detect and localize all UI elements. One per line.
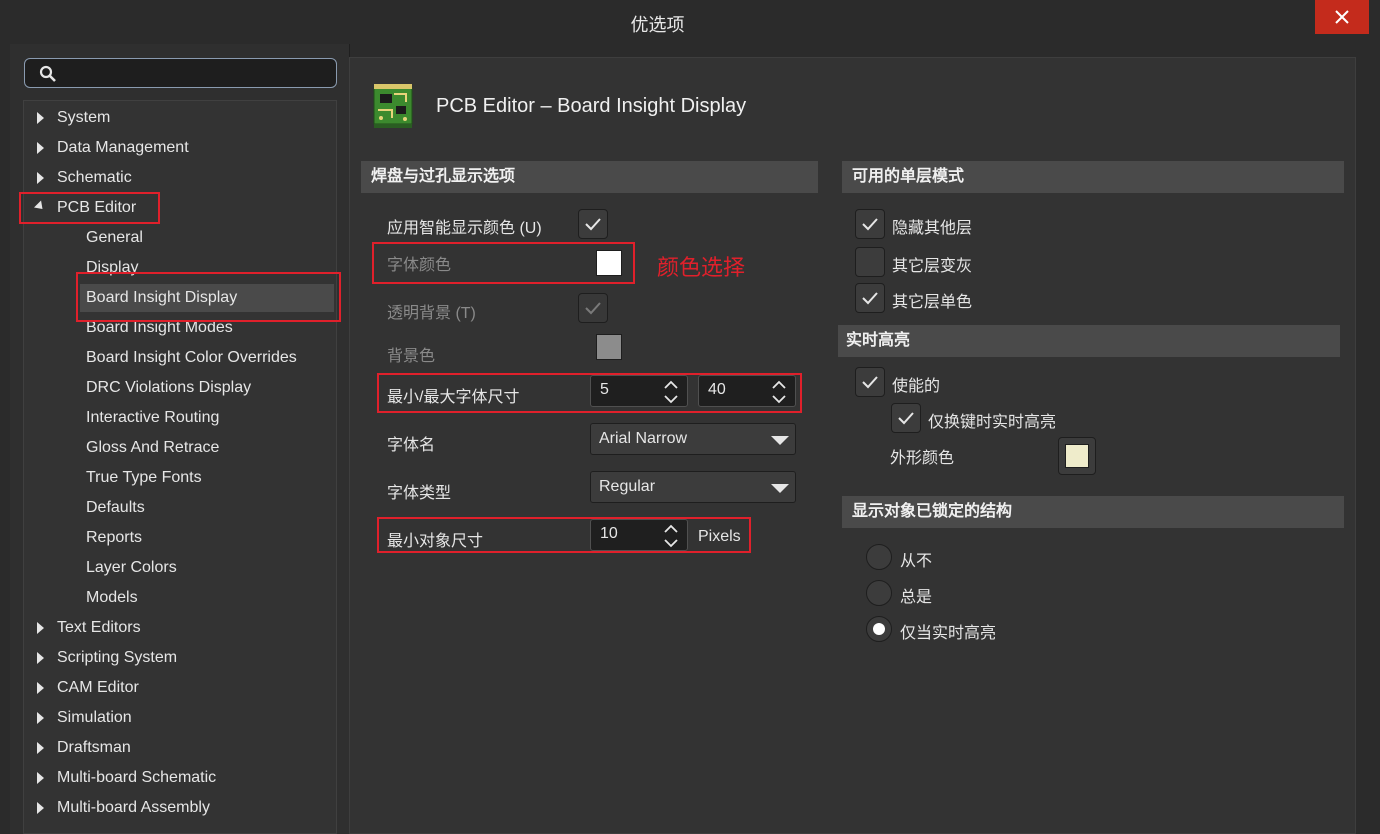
smart-color-label: 应用智能显示颜色 (U) <box>387 220 542 237</box>
live-highlight-enabled-label: 使能的 <box>892 378 941 395</box>
annotation-box-font-color <box>372 242 635 284</box>
locked-always-label: 总是 <box>900 589 933 606</box>
locked-always-radio[interactable] <box>866 580 892 606</box>
tree-item-system[interactable]: System <box>57 106 110 130</box>
font-style-value: Regular <box>599 478 656 495</box>
mono-other-layers-label: 其它层单色 <box>892 294 973 311</box>
shift-only-label: 仅换键时实时高亮 <box>928 414 1057 431</box>
transparent-bg-label: 透明背景 (T) <box>387 305 476 322</box>
search-input[interactable] <box>65 61 325 85</box>
font-style-select[interactable]: Regular <box>590 471 796 503</box>
search-icon <box>39 65 56 82</box>
outline-color-swatch <box>1065 444 1089 468</box>
section-live-highlight: 实时高亮 <box>838 325 1340 357</box>
tree-item-cam-editor[interactable]: CAM Editor <box>57 676 139 700</box>
checkmark-icon <box>585 218 601 231</box>
checkmark-icon <box>585 302 601 315</box>
font-name-label: 字体名 <box>387 437 436 454</box>
checkmark-icon <box>898 412 914 425</box>
chevron-down-icon <box>771 436 789 445</box>
font-name-select[interactable]: Arial Narrow <box>590 423 796 455</box>
window-title: 优选项 <box>630 15 685 35</box>
smart-color-checkbox[interactable] <box>578 209 608 239</box>
chevron-down-icon <box>771 484 789 493</box>
tree-item-multi-board-assembly[interactable]: Multi-board Assembly <box>57 796 210 820</box>
expand-arrow-icon[interactable] <box>37 712 44 724</box>
tree-item-models[interactable]: Models <box>86 586 138 610</box>
tree-item-reports[interactable]: Reports <box>86 526 142 550</box>
mono-other-layers-checkbox[interactable] <box>855 283 885 313</box>
pcb-board-icon <box>373 84 413 128</box>
search-box[interactable] <box>24 58 337 88</box>
annotation-box-min-object <box>377 517 751 553</box>
expand-arrow-icon[interactable] <box>37 622 44 634</box>
section-single-layer-mode: 可用的单层模式 <box>842 161 1344 193</box>
expand-arrow-icon[interactable] <box>37 742 44 754</box>
tree-item-gloss-and-retrace[interactable]: Gloss And Retrace <box>86 436 219 460</box>
tree-item-interactive-routing[interactable]: Interactive Routing <box>86 406 219 430</box>
tree-item-true-type-fonts[interactable]: True Type Fonts <box>86 466 202 490</box>
tree-item-schematic[interactable]: Schematic <box>57 166 132 190</box>
tree-item-board-insight-color-overrides[interactable]: Board Insight Color Overrides <box>86 346 297 370</box>
tree-item-simulation[interactable]: Simulation <box>57 706 132 730</box>
transparent-bg-checkbox[interactable] <box>578 293 608 323</box>
hide-other-layers-label: 隐藏其他层 <box>892 220 973 237</box>
font-name-value: Arial Narrow <box>599 430 688 447</box>
locked-live-only-radio[interactable] <box>866 616 892 642</box>
tree-item-draftsman[interactable]: Draftsman <box>57 736 131 760</box>
shift-only-checkbox[interactable] <box>891 403 921 433</box>
expand-arrow-icon[interactable] <box>37 172 44 184</box>
gray-other-layers-label: 其它层变灰 <box>892 258 973 275</box>
gray-other-layers-checkbox[interactable] <box>855 247 885 277</box>
tree-item-defaults[interactable]: Defaults <box>86 496 145 520</box>
bg-color-swatch[interactable] <box>596 334 622 360</box>
annotation-box-pcb-editor <box>19 192 160 224</box>
expand-arrow-icon[interactable] <box>37 802 44 814</box>
locked-never-radio[interactable] <box>866 544 892 570</box>
tree-item-multi-board-schematic[interactable]: Multi-board Schematic <box>57 766 216 790</box>
locked-never-label: 从不 <box>900 553 933 570</box>
expand-arrow-icon[interactable] <box>37 772 44 784</box>
tree-item-data-management[interactable]: Data Management <box>57 136 189 160</box>
checkmark-icon <box>862 376 878 389</box>
expand-arrow-icon[interactable] <box>37 142 44 154</box>
tree-item-drc-violations-display[interactable]: DRC Violations Display <box>86 376 251 400</box>
font-style-label: 字体类型 <box>387 485 452 502</box>
tree-item-text-editors[interactable]: Text Editors <box>57 616 141 640</box>
tree-item-scripting-system[interactable]: Scripting System <box>57 646 177 670</box>
live-highlight-enabled-checkbox[interactable] <box>855 367 885 397</box>
section-locked-structures: 显示对象已锁定的结构 <box>842 496 1344 528</box>
outline-color-label: 外形颜色 <box>890 450 955 467</box>
annotation-box-font-size <box>377 373 802 413</box>
checkmark-icon <box>862 218 878 231</box>
expand-arrow-icon[interactable] <box>37 112 44 124</box>
annotation-box-board-insight-display <box>76 272 341 322</box>
section-pad-via-options: 焊盘与过孔显示选项 <box>361 161 818 193</box>
bg-color-label: 背景色 <box>387 348 436 365</box>
title-bar: 优选项 <box>0 0 1380 44</box>
annotation-color-select: 颜色选择 <box>657 255 746 280</box>
checkmark-icon <box>862 292 878 305</box>
tree-item-layer-colors[interactable]: Layer Colors <box>86 556 177 580</box>
locked-live-only-label: 仅当实时高亮 <box>900 625 997 642</box>
tree-item-general[interactable]: General <box>86 226 143 250</box>
page-title: PCB Editor – Board Insight Display <box>436 95 747 117</box>
hide-other-layers-checkbox[interactable] <box>855 209 885 239</box>
expand-arrow-icon[interactable] <box>37 682 44 694</box>
close-button[interactable] <box>1315 0 1369 34</box>
outline-color-button[interactable] <box>1058 437 1096 475</box>
expand-arrow-icon[interactable] <box>37 652 44 664</box>
radio-selected-dot <box>873 623 885 635</box>
close-icon <box>1335 10 1349 24</box>
